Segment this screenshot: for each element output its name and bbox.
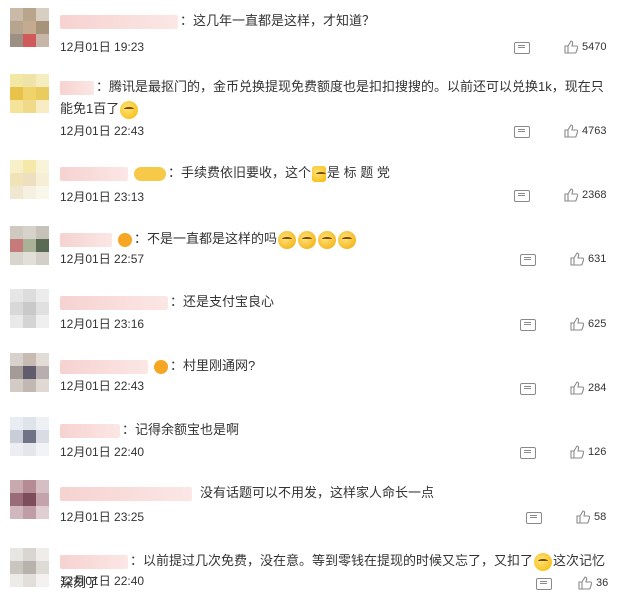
like-count: 4763 (582, 125, 607, 137)
comment-content: 还是支付宝良心 (183, 294, 275, 309)
username-blurred[interactable] (60, 80, 94, 95)
comment-icon[interactable] (520, 447, 536, 459)
like-button[interactable]: 36 (578, 576, 608, 590)
emoji-icon (312, 165, 327, 182)
thumbs-up-icon (578, 576, 593, 590)
avatar[interactable] (10, 289, 49, 328)
avatar[interactable] (10, 74, 49, 113)
comment-icon[interactable] (526, 512, 542, 524)
comment-content: 没有话题可以不用发，这样家人命长一点 (200, 485, 435, 500)
like-count: 2368 (582, 189, 607, 201)
comment-time: 12月01日 22:43 (60, 124, 145, 138)
thumbs-up-icon (564, 188, 579, 202)
like-count: 126 (588, 446, 607, 458)
emoji-icon (338, 230, 357, 249)
comment-content: 记得余额宝也是啊 (135, 422, 240, 437)
emoji-icon (534, 552, 553, 571)
like-count: 58 (594, 511, 607, 523)
like-button[interactable]: 126 (570, 445, 606, 459)
member-badge (154, 359, 168, 374)
comment-text: ：这几年一直都是这样，才知道？ (60, 10, 614, 32)
avatar[interactable] (10, 548, 49, 587)
username-blurred[interactable] (60, 232, 112, 247)
thumbs-up-icon (570, 445, 585, 459)
username-blurred[interactable] (60, 166, 128, 181)
avatar[interactable] (10, 226, 49, 265)
thumbs-up-icon (570, 252, 585, 266)
comment-content: 手续费依旧要收，这个 (181, 165, 312, 180)
comment-time: 12月01日 22:43 (60, 379, 145, 393)
like-button[interactable]: 4763 (564, 124, 606, 138)
username-blurred[interactable] (60, 14, 178, 29)
comment-content: 这几年一直都是这样，才知道？ (193, 13, 376, 28)
comment-icon[interactable] (514, 42, 530, 54)
comment-content: 以前提过几次免费，没在意。等到零钱在提现的时候又忘了，又扣了 (143, 553, 534, 568)
username-blurred[interactable] (60, 295, 168, 310)
like-button[interactable]: 58 (576, 510, 606, 524)
like-count: 36 (596, 577, 609, 589)
comment-text: ：还是支付宝良心 (60, 291, 614, 313)
avatar[interactable] (10, 8, 49, 47)
comment-text: ：手续费依旧要收，这个是 标 题 党 (60, 162, 614, 184)
thumbs-up-icon (564, 124, 579, 138)
thumbs-up-icon (576, 510, 591, 524)
comment-time: 12月01日 19:23 (60, 40, 145, 54)
emoji-icon (298, 230, 317, 249)
like-button[interactable]: 625 (570, 317, 606, 331)
comment-text: ：记得余额宝也是啊 (60, 419, 614, 441)
comment-content: 村里刚通网? (183, 358, 256, 373)
comment-list: ：这几年一直都是这样，才知道？ 12月01日 19:23 5470 ：腾讯是最抠… (0, 0, 626, 597)
like-button[interactable]: 284 (570, 381, 606, 395)
comment-text: 没有话题可以不用发，这样家人命长一点 (60, 482, 614, 504)
comment-icon[interactable] (520, 254, 536, 266)
comment-icon[interactable] (520, 319, 536, 331)
like-count: 5470 (582, 41, 607, 53)
comment-icon[interactable] (514, 190, 530, 202)
comment-icon[interactable] (514, 126, 530, 138)
like-count: 625 (588, 318, 607, 330)
thumbs-up-icon (570, 317, 585, 331)
comment-content: 不是一直都是这样的吗 (147, 231, 278, 246)
thumbs-up-icon (570, 381, 585, 395)
username-blurred[interactable] (60, 423, 120, 438)
emoji-icon (278, 230, 297, 249)
like-button[interactable]: 2368 (564, 188, 606, 202)
emoji-icon (318, 230, 337, 249)
comment-text: ：腾讯是最抠门的，金币兑换提现免费额度也是扣扣搜搜的。以前还可以兑换1k，现在只… (60, 76, 614, 120)
comment-time: 12月01日 23:16 (60, 317, 145, 331)
like-count: 631 (588, 253, 607, 265)
comment-time: 12月01日 22:57 (60, 252, 145, 266)
comment-time: 12月01日 23:25 (60, 510, 145, 524)
like-button[interactable]: 631 (570, 252, 606, 266)
like-button[interactable]: 5470 (564, 40, 606, 54)
emoji-icon (120, 100, 139, 119)
comment-text: ：不是一直都是这样的吗 (60, 228, 614, 250)
comment-time: 12月01日 23:13 (60, 190, 145, 204)
thumbs-up-icon (564, 40, 579, 54)
avatar[interactable] (10, 480, 49, 519)
like-count: 284 (588, 382, 607, 394)
avatar[interactable] (10, 353, 49, 392)
comment-content: 腾讯是最抠门的，金币兑换提现免费额度也是扣扣搜搜的。以前还可以兑换1k，现在只能… (60, 79, 604, 116)
comment-time: 12月01日 22:40 (60, 574, 145, 588)
username-blurred[interactable] (60, 554, 128, 569)
vip-badge (134, 166, 166, 181)
avatar[interactable] (10, 417, 49, 456)
member-badge (118, 232, 132, 247)
avatar[interactable] (10, 160, 49, 199)
comment-icon[interactable] (536, 578, 552, 590)
comment-icon[interactable] (520, 383, 536, 395)
username-blurred[interactable] (60, 486, 192, 501)
username-blurred[interactable] (60, 359, 148, 374)
comment-time: 12月01日 22:40 (60, 445, 145, 459)
comment-content-tail: 是 标 题 党 (327, 165, 390, 180)
comment-text: ：村里刚通网? (60, 355, 614, 377)
